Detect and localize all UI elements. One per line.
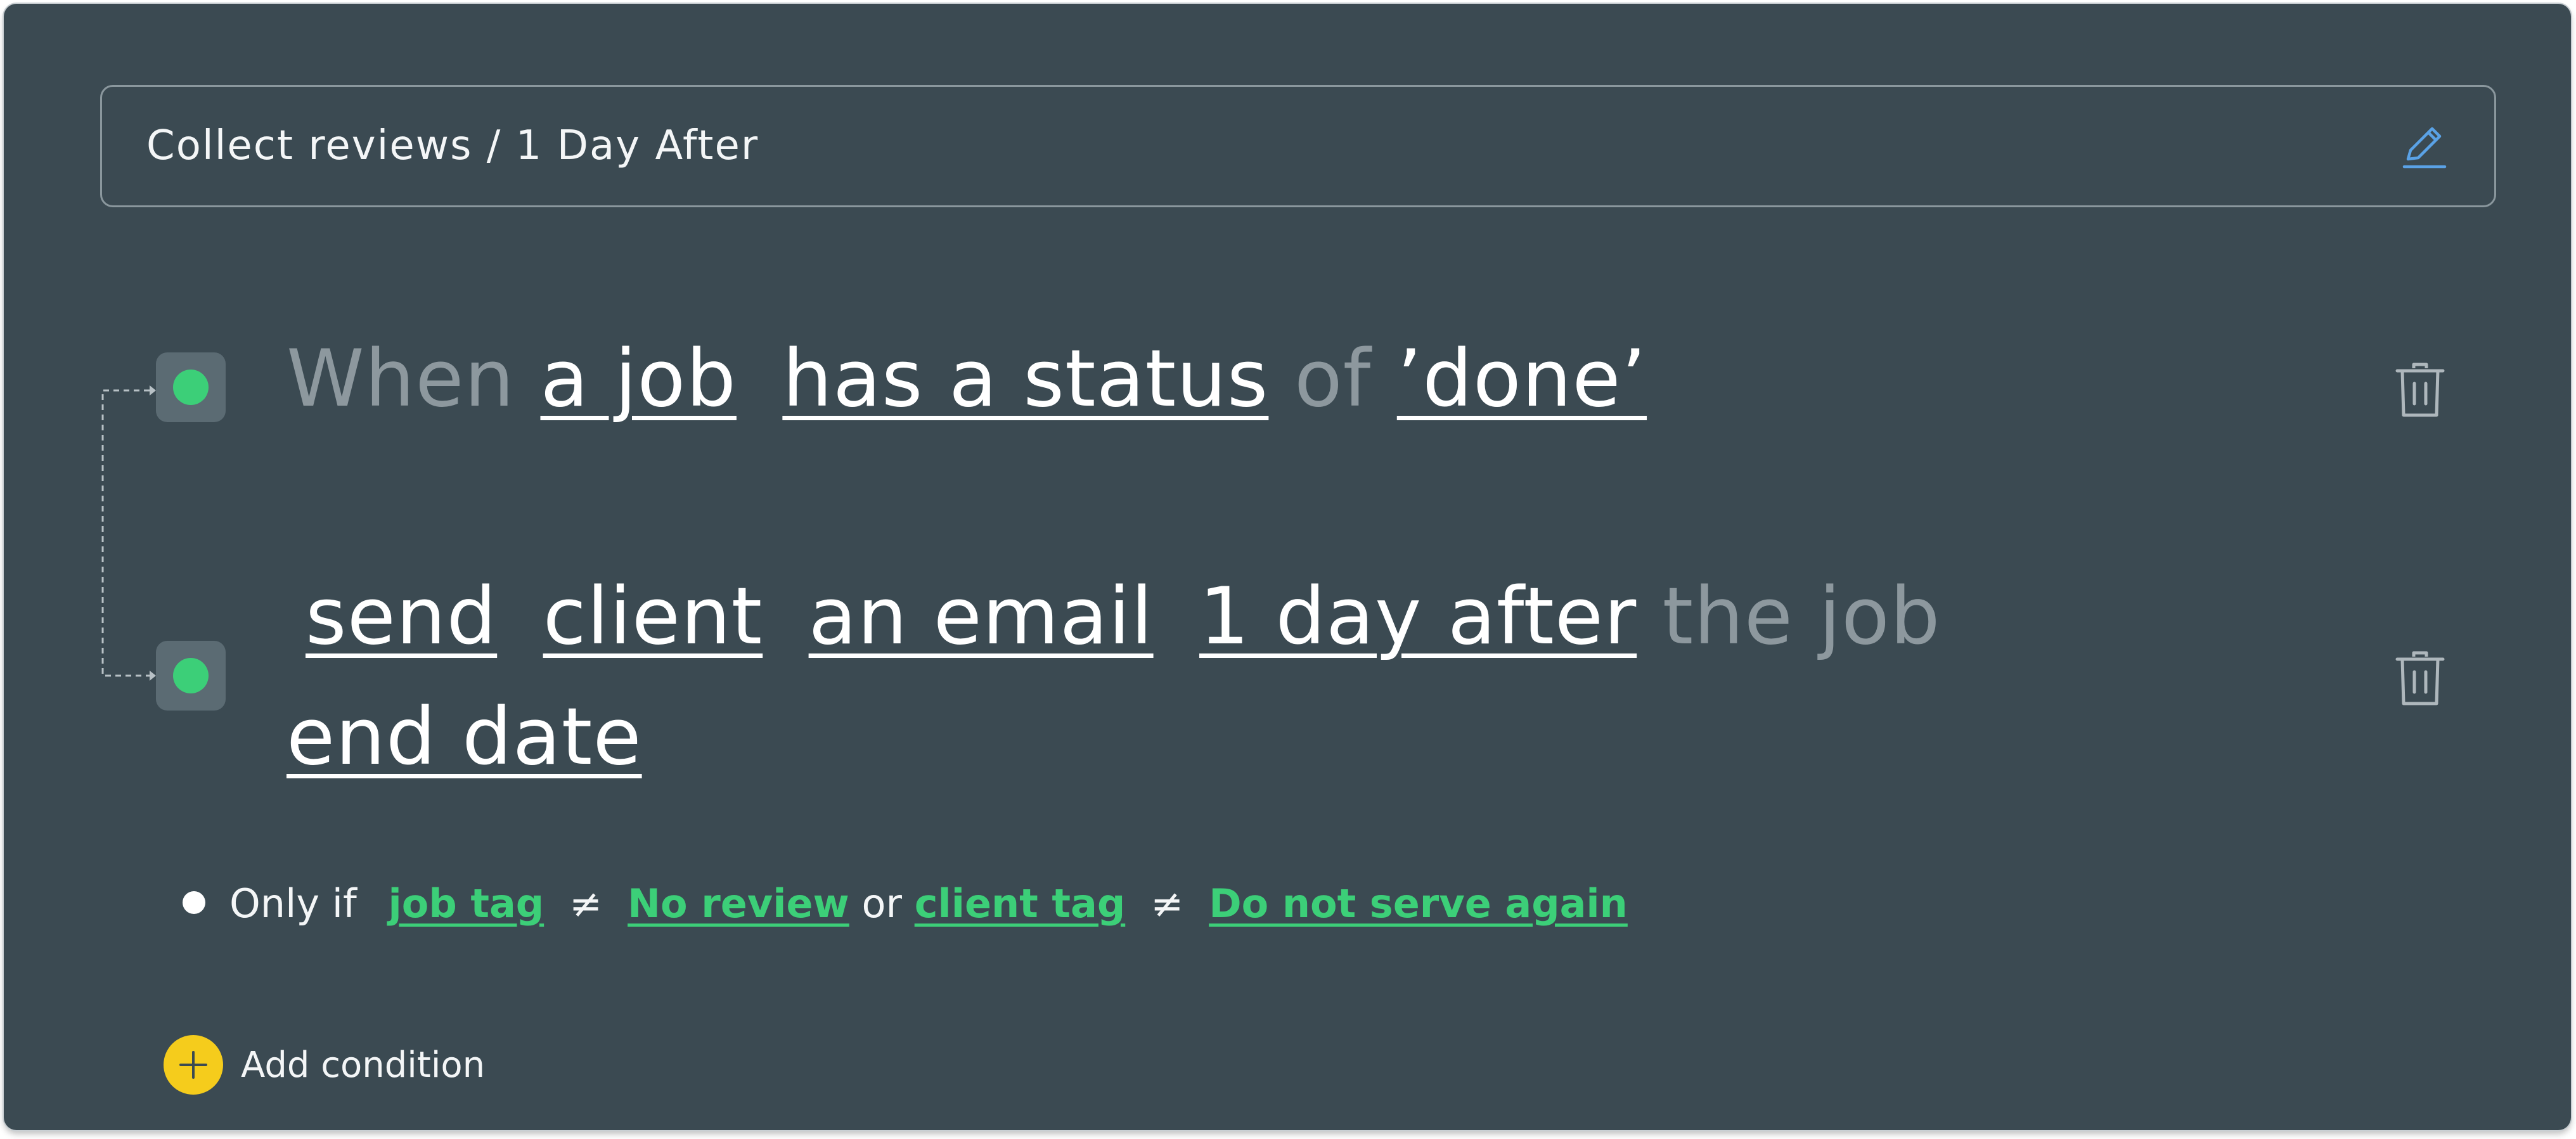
condition-operator: ≠ [569,880,603,927]
action-channel[interactable]: an email [809,571,1154,662]
condition-bullet [183,891,205,914]
action-sentence-continued: end date [287,692,642,783]
trash-icon[interactable] [2393,362,2447,419]
add-condition-label: Add condition [241,1045,486,1086]
trigger-verb[interactable]: has a status [782,333,1268,425]
trigger-node[interactable] [156,352,226,422]
add-condition-button[interactable]: Add condition [164,1034,486,1095]
condition-operator: ≠ [1150,880,1184,927]
action-node[interactable] [156,641,226,711]
trigger-of: of [1294,333,1372,425]
condition-joiner: or [861,880,902,927]
condition-field-job-tag[interactable]: job tag [389,880,544,927]
condition-row: Only if job tag ≠ No review or client tag ≠… [183,878,1628,929]
action-reference[interactable]: end date [287,692,642,783]
action-status-dot [173,658,209,693]
action-verb[interactable]: send [306,571,497,662]
action-timing[interactable]: 1 day after [1199,571,1637,662]
pencil-icon[interactable] [2399,122,2450,173]
automation-title-bar: Collect reviews / 1 Day After [100,85,2496,207]
condition-prefix: Only if [229,880,357,927]
trigger-subject[interactable]: a job [541,333,737,425]
condition-field-client-tag[interactable]: client tag [915,880,1126,927]
condition-value-no-review[interactable]: No review [628,880,849,927]
condition-value-do-not-serve[interactable]: Do not serve again [1209,880,1628,927]
action-recipient[interactable]: client [543,571,763,662]
automation-card: Collect reviews / 1 Day After When a job… [4,4,2571,1130]
trigger-value[interactable]: ’done’ [1397,333,1647,425]
plus-icon [164,1034,223,1095]
action-sentence: send client an email 1 day after the job [306,571,1941,662]
action-the-job: the job [1662,571,1941,662]
trash-icon[interactable] [2393,650,2447,707]
trigger-status-dot [173,370,209,405]
flow-connector [101,385,156,681]
trigger-sentence: When a job has a status of ’done’ [287,333,1647,425]
automation-title: Collect reviews / 1 Day After [146,122,759,169]
trigger-when: When [287,333,515,425]
